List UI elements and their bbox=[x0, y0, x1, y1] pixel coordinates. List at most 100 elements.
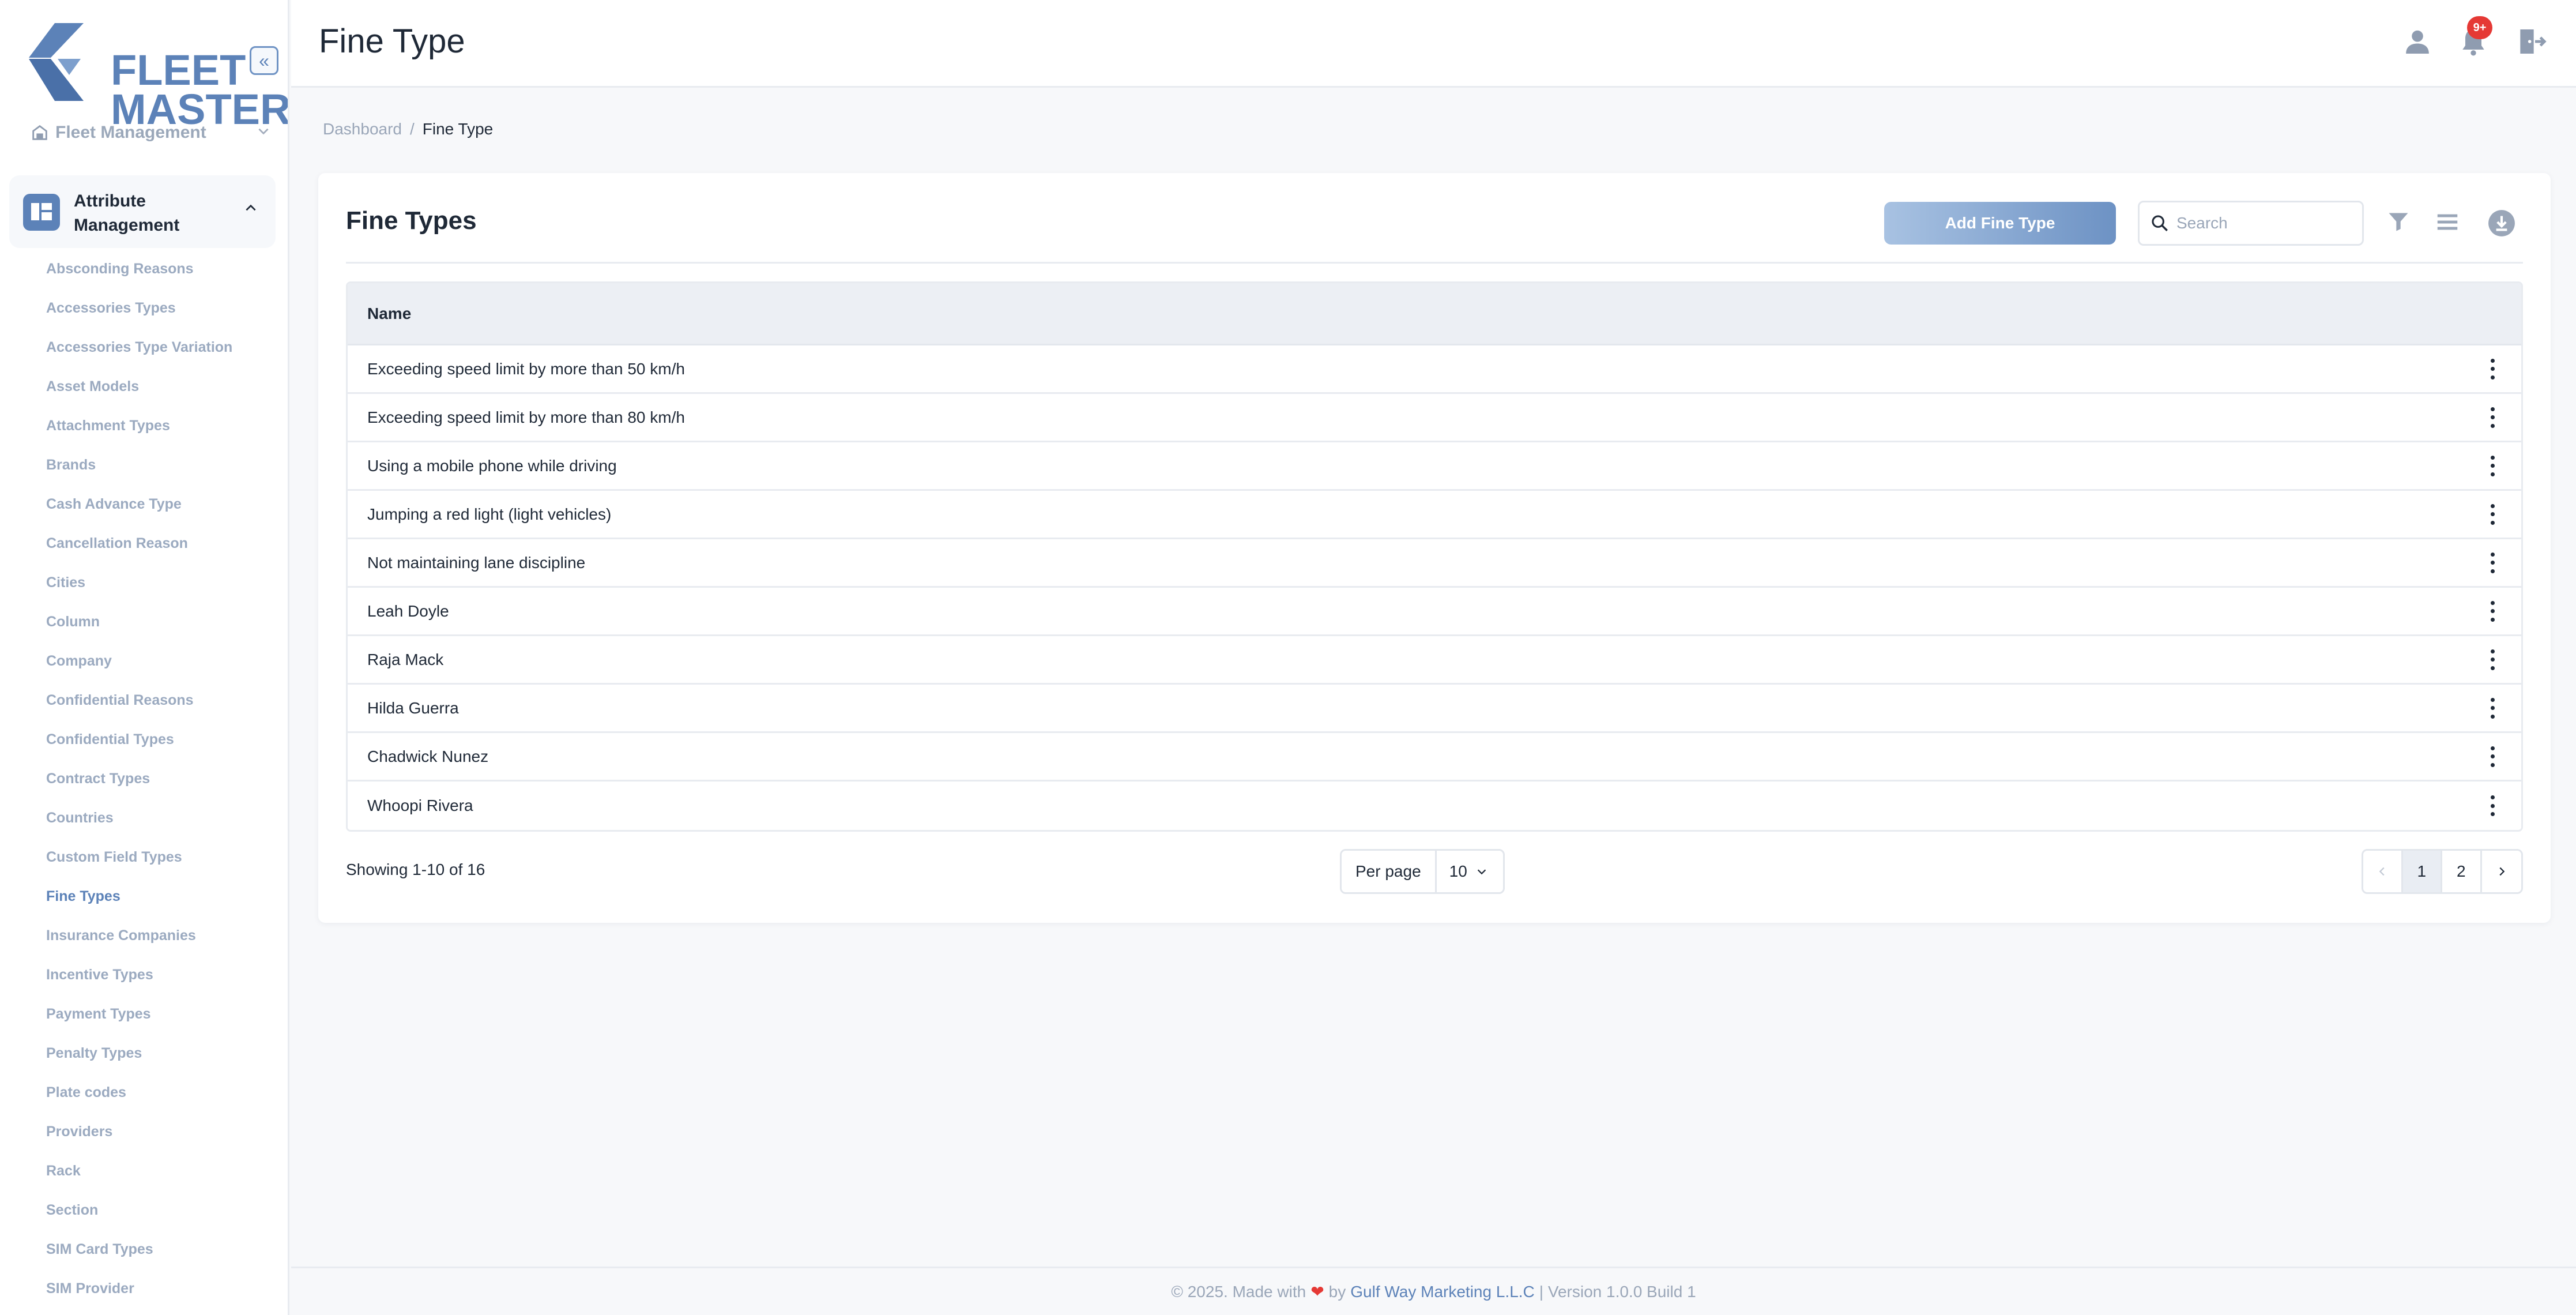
chevron-left-icon bbox=[2379, 867, 2385, 876]
search-input[interactable] bbox=[2176, 214, 2349, 232]
per-page-value: 10 bbox=[1449, 862, 1467, 880]
double-chevron-left-icon: « bbox=[259, 50, 269, 71]
sidebar-subitem[interactable]: Attachment Types bbox=[46, 413, 277, 452]
sidebar-subitem[interactable]: Absconding Reasons bbox=[46, 256, 277, 295]
sidebar-subitem[interactable]: Contract Types bbox=[46, 766, 277, 805]
cell-name: Exceeding speed limit by more than 50 km… bbox=[367, 359, 685, 378]
row-actions-kebab-icon[interactable] bbox=[2487, 647, 2498, 672]
filter-icon[interactable] bbox=[2386, 209, 2415, 238]
table-row[interactable]: Hilda Guerra bbox=[348, 685, 2521, 733]
row-actions-kebab-icon[interactable] bbox=[2487, 696, 2498, 721]
logout-icon[interactable] bbox=[2515, 25, 2547, 58]
sidebar-subitem[interactable]: Accessories Type Variation bbox=[46, 335, 277, 374]
search-box[interactable] bbox=[2138, 201, 2364, 246]
row-actions-kebab-icon[interactable] bbox=[2487, 356, 2498, 382]
sidebar-subitem[interactable]: Rack bbox=[46, 1158, 277, 1197]
row-actions-kebab-icon[interactable] bbox=[2487, 502, 2498, 527]
fine-types-card: Fine Types Add Fine Type Name Exceeding … bbox=[318, 173, 2551, 923]
attr-label-line-2: Management bbox=[74, 216, 180, 235]
cell-name: Raja Mack bbox=[367, 650, 444, 668]
table-row[interactable]: Raja Mack bbox=[348, 636, 2521, 685]
sidebar-subitem[interactable]: Payment Types bbox=[46, 1001, 277, 1040]
sidebar-subitem[interactable]: Section bbox=[46, 1197, 277, 1237]
cell-name: Using a mobile phone while driving bbox=[367, 456, 617, 475]
sidebar-item-fleet-management[interactable]: Fleet Management bbox=[23, 115, 271, 150]
sidebar-subitem[interactable]: Confidential Types bbox=[46, 727, 277, 766]
page-1-button[interactable]: 1 bbox=[2402, 851, 2443, 892]
cell-name: Whoopi Rivera bbox=[367, 796, 473, 814]
sidebar: FLEET MASTER « Fleet Management Attribut… bbox=[0, 0, 289, 1315]
sidebar-subitem[interactable]: Asset Models bbox=[46, 374, 277, 413]
footer: © 2025. Made with ❤ by Gulf Way Marketin… bbox=[291, 1267, 2576, 1315]
collapse-sidebar-button[interactable]: « bbox=[250, 46, 278, 75]
cell-name: Not maintaining lane discipline bbox=[367, 553, 586, 572]
logo-mark-icon bbox=[29, 23, 84, 101]
sidebar-item-attribute-management[interactable]: Attribute Management bbox=[9, 175, 276, 248]
footer-company-link[interactable]: Gulf Way Marketing L.L.C bbox=[1350, 1283, 1535, 1301]
sidebar-subitem[interactable]: Cancellation Reason bbox=[46, 531, 277, 570]
attribute-submenu: Absconding Reasons Accessories Types Acces… bbox=[46, 256, 277, 1315]
sidebar-subitem[interactable]: Company bbox=[46, 648, 277, 687]
cell-name: Leah Doyle bbox=[367, 602, 449, 620]
sidebar-subitem[interactable]: Penalty Types bbox=[46, 1040, 277, 1080]
attribute-icon bbox=[23, 194, 60, 231]
sidebar-subitem[interactable]: Column bbox=[46, 609, 277, 648]
download-icon[interactable] bbox=[2487, 209, 2516, 238]
pagination-summary: Showing 1-10 of 16 bbox=[346, 861, 485, 878]
sidebar-subitem[interactable]: Confidential Reasons bbox=[46, 687, 277, 727]
row-actions-kebab-icon[interactable] bbox=[2487, 550, 2498, 576]
topbar: Fine Type bbox=[291, 0, 2576, 88]
notification-badge: 9+ bbox=[2467, 16, 2492, 39]
table-row[interactable]: Not maintaining lane discipline bbox=[348, 539, 2521, 588]
sidebar-item-label: Attribute Management bbox=[74, 189, 179, 238]
per-page-select[interactable]: 10 bbox=[1437, 862, 1488, 881]
sidebar-item-label: Fleet Management bbox=[55, 123, 206, 142]
table-header: Name bbox=[348, 283, 2521, 345]
sidebar-subitem[interactable]: Cities bbox=[46, 570, 277, 609]
table-row[interactable]: Whoopi Rivera bbox=[348, 782, 2521, 830]
row-actions-kebab-icon[interactable] bbox=[2487, 405, 2498, 430]
sidebar-subitem[interactable]: Providers bbox=[46, 1119, 277, 1158]
next-page-button[interactable] bbox=[2482, 851, 2521, 892]
table-row[interactable]: Jumping a red light (light vehicles) bbox=[348, 491, 2521, 539]
row-actions-kebab-icon[interactable] bbox=[2487, 793, 2498, 818]
chevron-right-icon bbox=[2499, 867, 2505, 876]
breadcrumb-dashboard-link[interactable]: Dashboard bbox=[323, 120, 402, 138]
table-row[interactable]: Using a mobile phone while driving bbox=[348, 442, 2521, 491]
chevron-up-icon bbox=[243, 201, 258, 220]
fine-types-table: Name Exceeding speed limit by more than … bbox=[346, 281, 2523, 832]
sidebar-subitem[interactable]: Incentive Types bbox=[46, 962, 277, 1001]
per-page-selector[interactable]: Per page 10 bbox=[1340, 849, 1505, 894]
sidebar-subitem[interactable]: SIM Card Types bbox=[46, 1237, 277, 1276]
breadcrumb-separator: / bbox=[409, 120, 415, 138]
row-actions-kebab-icon[interactable] bbox=[2487, 744, 2498, 769]
sidebar-subitem[interactable]: Cash Advance Type bbox=[46, 491, 277, 531]
columns-list-icon[interactable] bbox=[2434, 209, 2463, 238]
footer-by: by bbox=[1328, 1282, 1346, 1301]
page-2-button[interactable]: 2 bbox=[2442, 851, 2482, 892]
card-title: Fine Types bbox=[346, 206, 477, 235]
sidebar-subitem[interactable]: SIM Provider bbox=[46, 1276, 277, 1315]
prev-page-button[interactable] bbox=[2363, 851, 2403, 892]
row-actions-kebab-icon[interactable] bbox=[2487, 599, 2498, 624]
add-fine-type-button[interactable]: Add Fine Type bbox=[1884, 202, 2116, 245]
fleet-master-logo[interactable]: FLEET MASTER bbox=[23, 23, 288, 131]
table-row[interactable]: Exceeding speed limit by more than 80 km… bbox=[348, 394, 2521, 442]
sidebar-subitem[interactable]: Insurance Companies bbox=[46, 923, 277, 962]
table-row[interactable]: Chadwick Nunez bbox=[348, 733, 2521, 782]
sidebar-subitem[interactable]: Brands bbox=[46, 452, 277, 491]
table-row[interactable]: Exceeding speed limit by more than 50 km… bbox=[348, 345, 2521, 394]
footer-version: | Version 1.0.0 Build 1 bbox=[1539, 1282, 1696, 1301]
row-actions-kebab-icon[interactable] bbox=[2487, 453, 2498, 479]
user-icon[interactable] bbox=[2401, 25, 2434, 58]
column-header-name[interactable]: Name bbox=[367, 305, 411, 323]
search-icon bbox=[2152, 215, 2168, 231]
sidebar-subitem[interactable]: Custom Field Types bbox=[46, 844, 277, 884]
sidebar-subitem[interactable]: Countries bbox=[46, 805, 277, 844]
table-row[interactable]: Leah Doyle bbox=[348, 588, 2521, 636]
cell-name: Exceeding speed limit by more than 80 km… bbox=[367, 408, 685, 426]
sidebar-subitem[interactable]: Fine Types bbox=[46, 884, 277, 923]
sidebar-subitem[interactable]: Accessories Types bbox=[46, 295, 277, 335]
heart-icon: ❤ bbox=[1310, 1283, 1324, 1301]
sidebar-subitem[interactable]: Plate codes bbox=[46, 1080, 277, 1119]
